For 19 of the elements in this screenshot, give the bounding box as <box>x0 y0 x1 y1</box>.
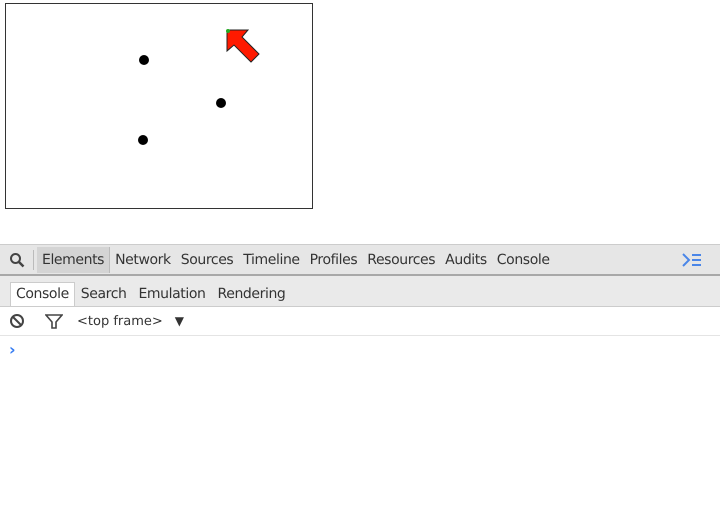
drawer-tab[interactable]: Rendering <box>212 282 292 306</box>
panel-tab[interactable]: Audits <box>440 246 492 272</box>
drawer-tab[interactable]: Search <box>74 282 132 306</box>
panel-tab[interactable]: Resources <box>362 246 440 272</box>
panel-tab[interactable]: Profiles <box>304 246 362 272</box>
search-icon[interactable] <box>9 252 25 268</box>
dropdown-arrow[interactable]: ▼ <box>174 314 184 328</box>
frame-selector[interactable]: <top frame> <box>77 314 163 328</box>
drawer-tab[interactable]: Emulation <box>132 282 212 306</box>
panel-tab[interactable]: Console <box>492 246 555 272</box>
filter-icon[interactable] <box>45 313 63 329</box>
drawer-tab[interactable]: Console <box>10 282 75 306</box>
panel-tab[interactable]: Timeline <box>238 246 305 272</box>
panel-tab[interactable]: Elements <box>37 246 110 272</box>
console-prompt: › <box>9 340 16 359</box>
drawer-icon[interactable] <box>682 252 702 266</box>
panel-tab[interactable]: Sources <box>176 246 238 272</box>
panel-tab[interactable]: Network <box>110 246 176 272</box>
clear-icon[interactable] <box>9 313 25 329</box>
